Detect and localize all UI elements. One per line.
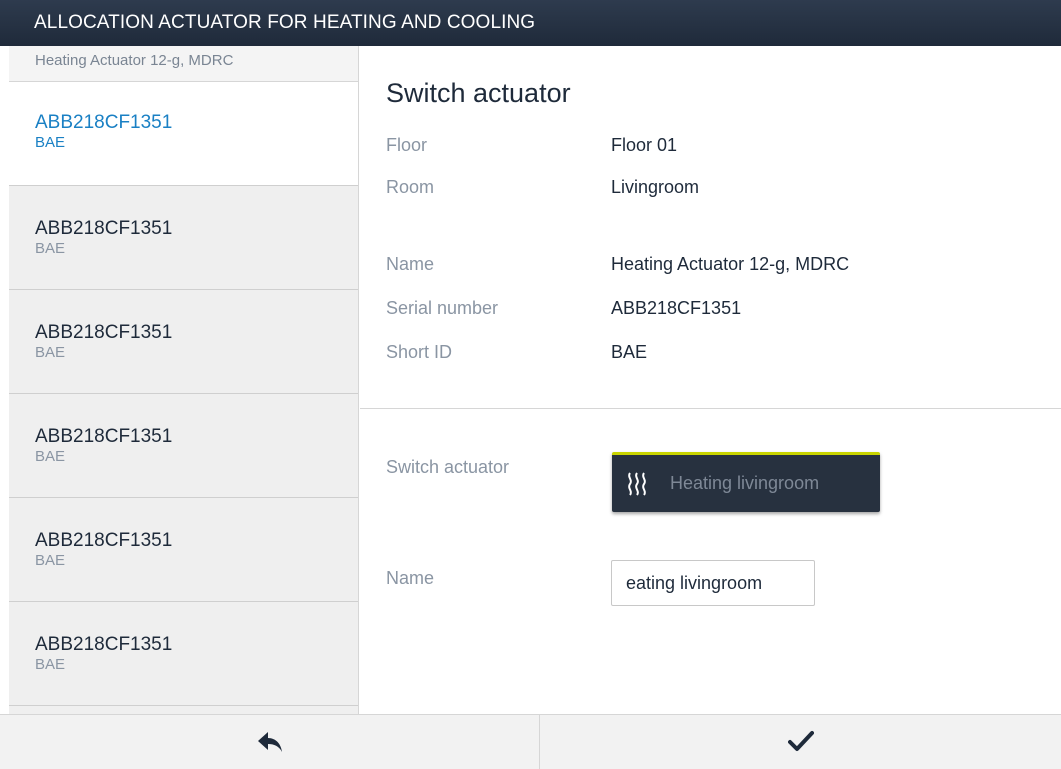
app-header: ALLOCATION ACTUATOR FOR HEATING AND COOL… bbox=[0, 0, 1061, 46]
actuator-name-input[interactable] bbox=[611, 560, 815, 606]
back-button[interactable] bbox=[0, 715, 540, 769]
section-divider bbox=[360, 408, 1061, 409]
device-short-id: BAE bbox=[35, 448, 66, 465]
device-short-id: BAE bbox=[35, 552, 66, 569]
heating-livingroom-button[interactable]: Heating livingroom bbox=[612, 452, 880, 512]
serial-number-value: ABB218CF1351 bbox=[611, 298, 742, 318]
device-serial: ABB218CF1351 bbox=[35, 530, 173, 551]
device-short-id: BAE bbox=[35, 134, 66, 151]
page-title: ALLOCATION ACTUATOR FOR HEATING AND COOL… bbox=[34, 12, 536, 33]
device-short-id: BAE bbox=[35, 656, 66, 673]
device-serial: ABB218CF1351 bbox=[35, 112, 173, 133]
short-id-value: BAE bbox=[611, 342, 648, 362]
switch-actuator-label: Switch actuator bbox=[386, 457, 510, 477]
name-label: Name bbox=[386, 254, 435, 274]
room-label: Room bbox=[386, 177, 435, 197]
device-serial: ABB218CF1351 bbox=[35, 426, 173, 447]
sidebar-item-device-3[interactable]: ABB218CF1351 BAE bbox=[9, 290, 358, 394]
device-sidebar: Heating Actuator 12-g, MDRC ABB218CF1351… bbox=[9, 46, 359, 714]
sidebar-item-device-5[interactable]: ABB218CF1351 BAE bbox=[9, 498, 358, 602]
name-value: Heating Actuator 12-g, MDRC bbox=[611, 254, 850, 274]
room-value: Livingroom bbox=[611, 177, 700, 197]
checkmark-icon bbox=[787, 731, 814, 751]
floor-label: Floor bbox=[386, 135, 428, 155]
device-serial: ABB218CF1351 bbox=[35, 634, 173, 655]
back-arrow-icon bbox=[257, 732, 282, 752]
device-serial: ABB218CF1351 bbox=[35, 322, 173, 343]
device-short-id: BAE bbox=[35, 240, 66, 257]
device-serial: ABB218CF1351 bbox=[35, 218, 173, 239]
confirm-button[interactable] bbox=[540, 715, 1061, 769]
sidebar-item-device-1[interactable]: ABB218CF1351 BAE bbox=[9, 82, 358, 186]
actuator-name-label: Name bbox=[386, 568, 435, 588]
short-id-label: Short ID bbox=[386, 342, 453, 362]
sidebar-title: Heating Actuator 12-g, MDRC bbox=[9, 46, 358, 82]
action-bar bbox=[0, 714, 1061, 769]
heating-livingroom-label: Heating livingroom bbox=[670, 473, 820, 493]
detail-panel: Switch actuator Floor Floor 01 Room Livi… bbox=[360, 46, 1061, 714]
sidebar-item-device-4[interactable]: ABB218CF1351 BAE bbox=[9, 394, 358, 498]
sidebar-item-device-2[interactable]: ABB218CF1351 BAE bbox=[9, 186, 358, 290]
detail-title: Switch actuator bbox=[386, 78, 571, 108]
device-short-id: BAE bbox=[35, 344, 66, 361]
heating-icon bbox=[628, 471, 646, 496]
sidebar-item-device-6[interactable]: ABB218CF1351 BAE bbox=[9, 602, 358, 706]
serial-number-label: Serial number bbox=[386, 298, 499, 318]
floor-value: Floor 01 bbox=[611, 135, 678, 155]
